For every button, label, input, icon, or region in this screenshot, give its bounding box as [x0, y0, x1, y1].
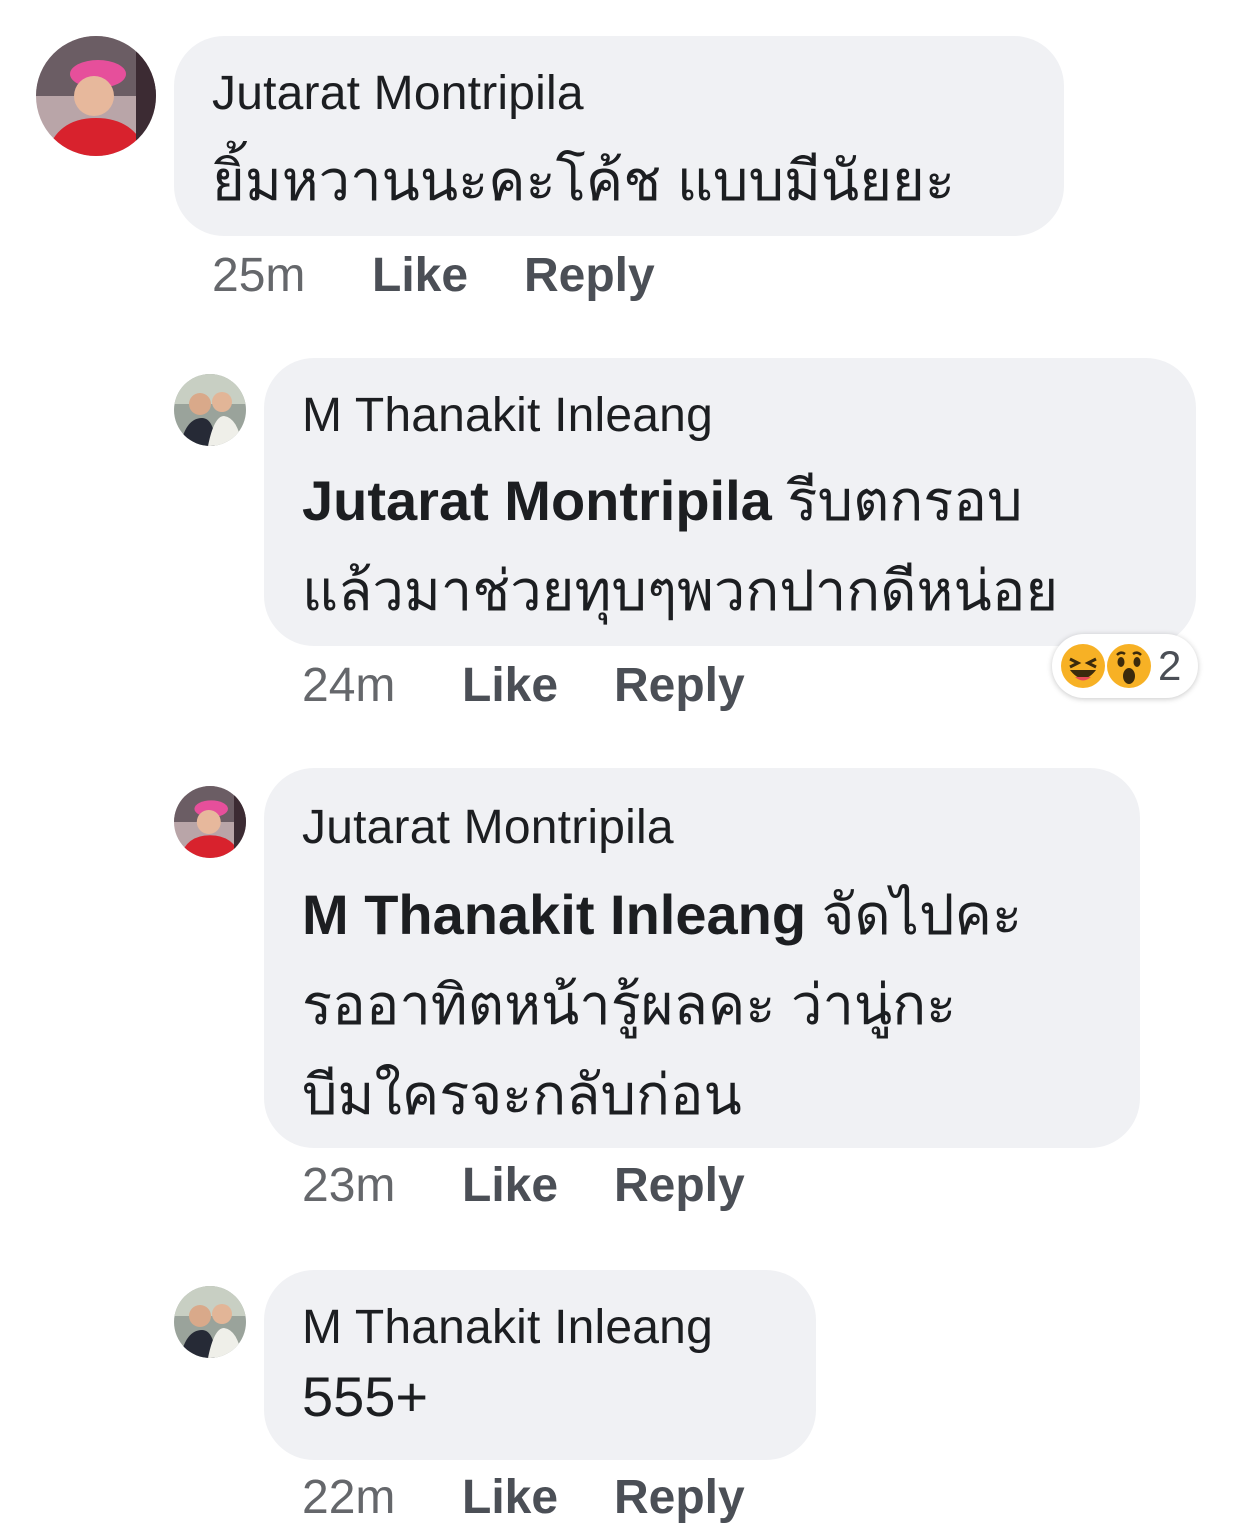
comment-text-line: M Thanakit Inleang จัดไปคะ	[302, 870, 1022, 960]
avatar-photo-icon	[36, 36, 156, 156]
comment-text-line: ยิ้มหวานนะคะโค้ช แบบมีนัยยะ	[212, 149, 955, 212]
reply-comment: Jutarat Montripila M Thanakit Inleang จั…	[0, 750, 1242, 1250]
comment-author[interactable]: Jutarat Montripila	[212, 66, 584, 121]
reaction-count: 2	[1158, 642, 1182, 689]
avatar-photo-icon	[174, 1286, 246, 1358]
comment-text: ยิ้มหวานนะคะโค้ช แบบมีนัยยะ	[212, 136, 955, 226]
comment: Jutarat Montripila ยิ้มหวานนะคะโค้ช แบบม…	[0, 0, 1242, 320]
like-button[interactable]: Like	[462, 1158, 558, 1213]
avatar-jutarat[interactable]	[174, 786, 246, 858]
comment-text-line: 555+	[302, 1365, 429, 1428]
avatar-thanakit[interactable]	[174, 1286, 246, 1358]
reply-comment: M Thanakit Inleang Jutarat Montripila รี…	[0, 340, 1242, 740]
avatar-photo-icon	[174, 786, 246, 858]
reply-button[interactable]: Reply	[614, 658, 745, 713]
like-button[interactable]: Like	[462, 1470, 558, 1525]
comment-text: Jutarat Montripila รีบตกรอบ แล้วมาช่วยทุ…	[302, 456, 1058, 636]
comment-author[interactable]: Jutarat Montripila	[302, 800, 674, 855]
comment-text: 555+	[302, 1364, 428, 1454]
comment-text-line: แล้วมาช่วยทุบๆพวกปากดีหน่อย	[302, 559, 1059, 622]
reply-button[interactable]: Reply	[524, 248, 655, 303]
comment-author[interactable]: M Thanakit Inleang	[302, 1300, 713, 1355]
avatar-photo-icon	[174, 374, 246, 446]
wow-reaction-icon	[1107, 644, 1151, 688]
comment-text-fragment: รีบตกรอบ	[771, 469, 1023, 532]
comment-text-fragment: จัดไปคะ	[806, 883, 1023, 946]
reaction-summary[interactable]: 2	[1052, 634, 1198, 698]
reply-button[interactable]: Reply	[614, 1470, 745, 1525]
mention-link[interactable]: Jutarat Montripila	[302, 469, 772, 532]
avatar-jutarat[interactable]	[36, 36, 156, 156]
mention-link[interactable]: M Thanakit Inleang	[302, 883, 806, 946]
comment-text-line: Jutarat Montripila รีบตกรอบ	[302, 456, 1058, 546]
reply-comment: M Thanakit Inleang 555+ 22m Like Reply	[0, 1252, 1242, 1538]
comment-time[interactable]: 22m	[302, 1470, 395, 1525]
comment-author[interactable]: M Thanakit Inleang	[302, 388, 713, 443]
reply-button[interactable]: Reply	[614, 1158, 745, 1213]
avatar-thanakit[interactable]	[174, 374, 246, 446]
laugh-reaction-icon	[1061, 644, 1105, 688]
comment-text-line: บีมใครจะกลับก่อน	[302, 1063, 742, 1126]
comment-time[interactable]: 24m	[302, 658, 395, 713]
comment-time[interactable]: 25m	[212, 248, 305, 303]
like-button[interactable]: Like	[372, 248, 468, 303]
comment-text: M Thanakit Inleang จัดไปคะ รออาทิตหน้ารู…	[302, 870, 1022, 1140]
like-button[interactable]: Like	[462, 658, 558, 713]
comment-text-line: รออาทิตหน้ารู้ผลคะ ว่านู่กะ	[302, 973, 957, 1036]
comment-time[interactable]: 23m	[302, 1158, 395, 1213]
